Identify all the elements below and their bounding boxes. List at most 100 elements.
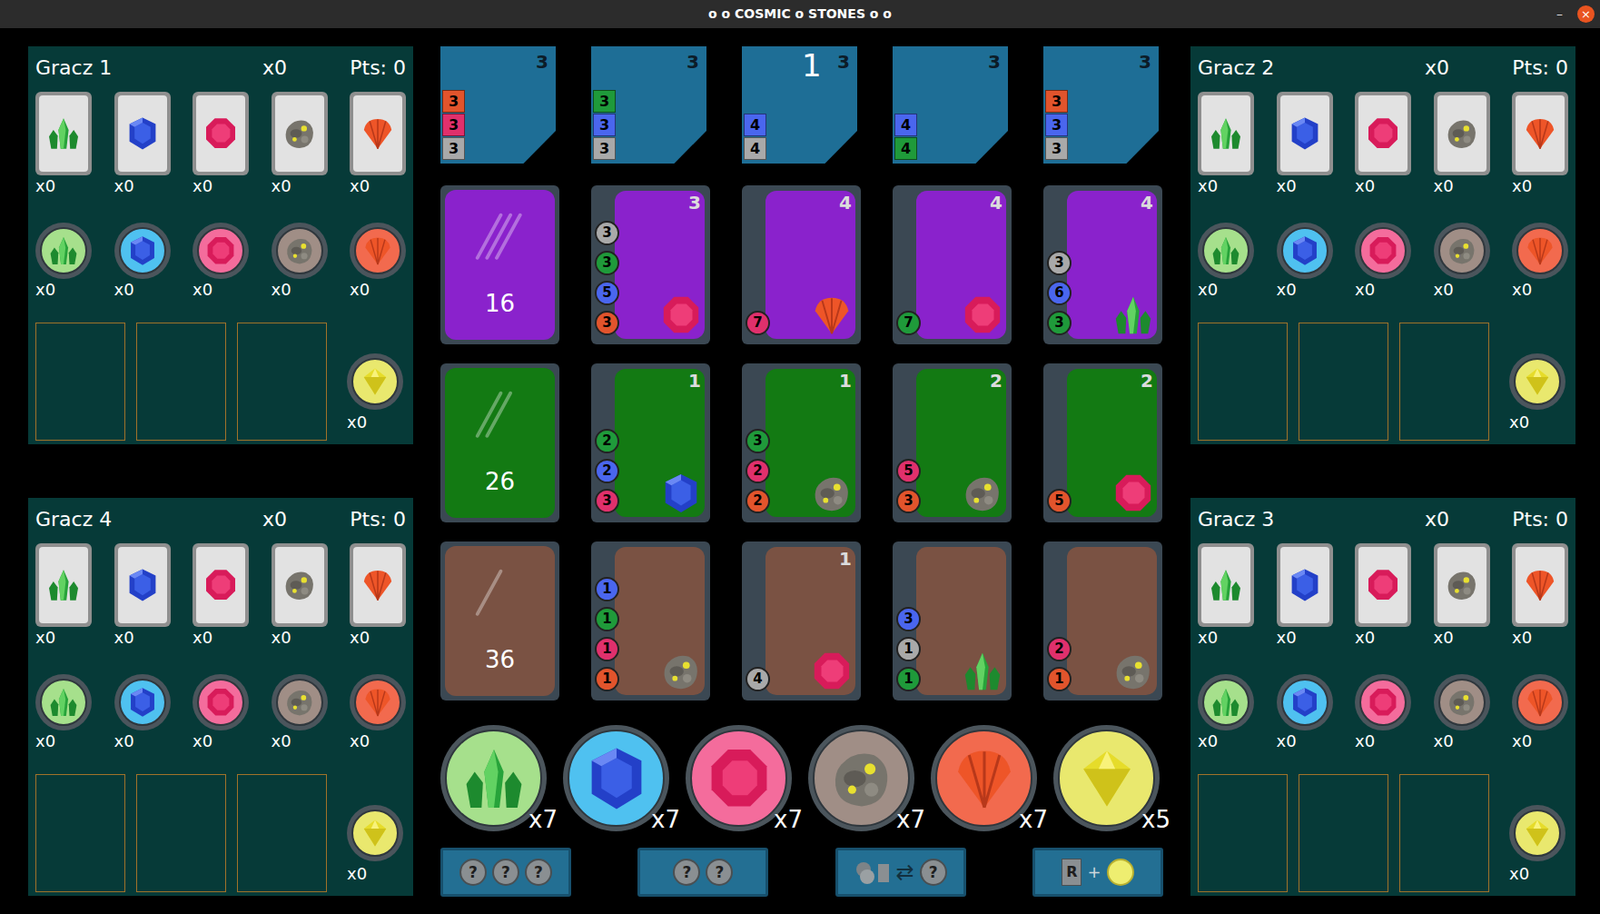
emerald-icon [45, 566, 82, 603]
cost-count: 1 [903, 641, 913, 656]
development-card[interactable]: 4363 [1043, 185, 1163, 345]
reserved-slot[interactable] [1399, 773, 1490, 892]
token[interactable] [1511, 673, 1569, 731]
bank-token: x7 [930, 724, 1038, 831]
token[interactable] [1276, 222, 1334, 279]
token[interactable] [349, 222, 406, 279]
gold-holder: x0 [346, 773, 404, 892]
ruby-icon [1111, 471, 1156, 515]
minimize-button[interactable]: – [1556, 4, 1563, 24]
deck[interactable]: 36 [440, 541, 560, 701]
development-card[interactable]: 21 [1043, 541, 1163, 701]
token[interactable] [1197, 222, 1255, 279]
owned-token: x0 [192, 222, 249, 301]
owned-cards: x0x0x0x0x0 [35, 91, 406, 198]
owned-token: x0 [1511, 673, 1569, 752]
player-count: x0 [262, 58, 287, 79]
owned-cards: x0x0x0x0x0 [35, 543, 406, 649]
noble-tile[interactable]: 3333 [1043, 46, 1159, 164]
sapphire-icon [1288, 234, 1322, 267]
token[interactable] [1433, 673, 1491, 731]
token[interactable] [271, 673, 328, 731]
requirement-count: 3 [599, 118, 610, 133]
token[interactable] [1433, 222, 1491, 279]
noble-points: 3 [837, 48, 850, 76]
requirement-chip: 3 [592, 113, 616, 137]
noble-tile[interactable]: 344 [892, 46, 1008, 164]
token[interactable] [349, 673, 406, 731]
development-card[interactable]: 1111 [591, 541, 711, 701]
token[interactable] [35, 222, 92, 279]
cost-count: 7 [903, 316, 913, 330]
cost-chip: 1 [896, 636, 921, 662]
token[interactable] [35, 673, 92, 731]
ruby-icon [1366, 234, 1400, 267]
player-points: Pts: 0 [349, 58, 406, 79]
noble-tile[interactable]: 3333 [591, 46, 707, 164]
development-card[interactable]: 253 [892, 363, 1012, 523]
development-card[interactable]: 25 [1043, 363, 1163, 523]
token[interactable] [1354, 673, 1412, 731]
noble-tile[interactable]: 3333 [440, 46, 556, 164]
development-card[interactable]: 47 [892, 185, 1012, 345]
action-button[interactable]: R+ [1032, 847, 1164, 897]
bank-count: x7 [528, 807, 558, 831]
action-button[interactable]: ⇄? [835, 847, 967, 897]
emerald-icon [459, 743, 529, 813]
token[interactable] [192, 673, 249, 731]
development-card[interactable]: 311 [892, 541, 1012, 701]
emerald-icon [1207, 115, 1245, 152]
token[interactable] [1276, 673, 1334, 731]
development-card[interactable]: 1223 [591, 363, 711, 523]
token[interactable] [1354, 222, 1412, 279]
reserved-slot[interactable] [1399, 322, 1490, 441]
deck[interactable]: 16 [440, 185, 560, 345]
player-header: Gracz 2x0Pts: 0 [1197, 55, 1569, 81]
development-card[interactable]: 47 [741, 185, 861, 345]
development-card[interactable]: 14 [741, 541, 861, 701]
reserved-slot[interactable] [237, 322, 327, 441]
token[interactable] [114, 673, 171, 731]
card-icon [349, 91, 406, 176]
token[interactable] [114, 222, 171, 279]
bank-count: x5 [1141, 807, 1171, 831]
card-icon [35, 91, 92, 176]
card-icon [1276, 543, 1334, 627]
gold-count: x0 [1509, 862, 1566, 885]
cost-count: 1 [602, 612, 612, 626]
close-button[interactable]: × [1577, 5, 1595, 23]
reserved-slot[interactable] [237, 773, 327, 892]
ruby-icon [1364, 566, 1402, 603]
reserved-slot[interactable] [136, 773, 227, 892]
cost-count: 1 [602, 582, 612, 596]
reserved-slot[interactable] [35, 322, 126, 441]
sapphire-icon [1286, 566, 1324, 603]
token[interactable] [1197, 673, 1255, 731]
reserved-slot[interactable] [1197, 322, 1288, 441]
card-count: x0 [114, 175, 171, 198]
development-card[interactable]: 33353 [591, 185, 711, 345]
reserved-slot[interactable] [35, 773, 126, 892]
card-icon [1511, 543, 1569, 627]
card-icon [114, 543, 171, 627]
emerald-icon [960, 649, 1005, 693]
owned-card: x0 [1433, 91, 1491, 198]
coral-icon [1521, 566, 1559, 603]
token[interactable] [192, 222, 249, 279]
reserved-slot[interactable] [1298, 773, 1389, 892]
reserved-slot[interactable] [1197, 773, 1288, 892]
cost-chip: 3 [594, 220, 620, 246]
deck[interactable]: 26 [440, 363, 560, 523]
noble-tile[interactable]: 344 [741, 46, 858, 164]
reserved-slot[interactable] [1298, 322, 1389, 441]
reserved-slot[interactable] [136, 322, 227, 441]
player-header: Gracz 3x0Pts: 0 [1197, 506, 1569, 533]
token[interactable] [271, 222, 328, 279]
action-button[interactable]: ?? [637, 847, 769, 897]
owned-token: x0 [1197, 222, 1255, 301]
development-card[interactable]: 1322 [741, 363, 861, 523]
title-bar: o o COSMIC o STONES o o–× [0, 0, 1600, 29]
action-button[interactable]: ??? [440, 847, 572, 897]
cost-chip: 2 [594, 428, 620, 454]
token[interactable] [1511, 222, 1569, 279]
